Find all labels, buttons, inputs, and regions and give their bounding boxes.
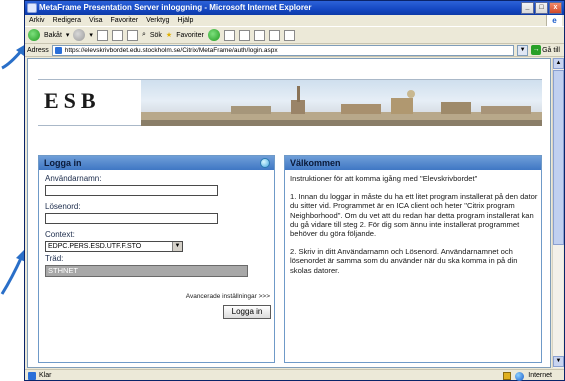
status-text: Klar bbox=[39, 372, 52, 379]
esb-logo: ESB bbox=[44, 88, 101, 113]
username-input[interactable] bbox=[45, 185, 218, 196]
context-label: Context: bbox=[45, 230, 75, 239]
password-input[interactable] bbox=[45, 213, 218, 224]
print-icon[interactable] bbox=[238, 29, 250, 41]
internet-zone-icon bbox=[515, 371, 525, 381]
menu-bar: Arkiv Redigera Visa Favoriter Verktyg Hj… bbox=[25, 15, 564, 26]
discuss-icon[interactable] bbox=[268, 29, 280, 41]
menu-verktyg[interactable]: Verktyg bbox=[146, 15, 169, 26]
welcome-text: Instruktioner för att komma igång med "E… bbox=[290, 174, 538, 284]
welcome-panel: Välkommen Instruktioner för att komma ig… bbox=[284, 155, 542, 363]
esb-header: ESB bbox=[38, 79, 542, 126]
zone-label: Internet bbox=[528, 372, 552, 379]
menu-arkiv[interactable]: Arkiv bbox=[29, 15, 45, 26]
tree-value: STHNET bbox=[48, 266, 78, 275]
minimize-button[interactable]: _ bbox=[521, 2, 534, 14]
title-bar[interactable]: MetaFrame Presentation Server inloggning… bbox=[25, 1, 564, 15]
ie-app-icon bbox=[27, 3, 37, 13]
welcome-paragraph-step1: 1. Innan du loggar in måste du ha ett li… bbox=[290, 192, 538, 239]
history-icon[interactable] bbox=[207, 29, 220, 41]
maximize-button[interactable]: □ bbox=[535, 2, 548, 14]
menu-hjalp[interactable]: Hjälp bbox=[177, 15, 193, 26]
window-title: MetaFrame Presentation Server inloggning… bbox=[39, 3, 312, 12]
go-label: Gå till bbox=[542, 46, 560, 54]
menu-redigera[interactable]: Redigera bbox=[53, 15, 81, 26]
login-heading: Logga in bbox=[44, 158, 82, 168]
lock-icon bbox=[503, 372, 512, 380]
tree-field: STHNET bbox=[45, 265, 248, 277]
favorites-button[interactable]: Favoriter bbox=[176, 32, 204, 39]
back-arrow-icon[interactable] bbox=[28, 29, 40, 41]
edit-icon[interactable] bbox=[253, 29, 265, 41]
home-icon[interactable] bbox=[126, 29, 138, 41]
login-button[interactable]: Logga in bbox=[223, 305, 271, 319]
page-icon bbox=[54, 46, 62, 54]
favorites-star-icon[interactable]: ★ bbox=[166, 31, 172, 39]
welcome-panel-header: Välkommen bbox=[285, 156, 541, 170]
password-label: Lösenord: bbox=[45, 202, 81, 211]
back-dropdown-icon[interactable]: ▾ bbox=[66, 31, 70, 39]
vertical-scrollbar[interactable]: ▲ ▼ bbox=[552, 58, 564, 368]
context-select[interactable]: EDPC.PERS.ESD.UTF.F.STO ▼ bbox=[45, 241, 183, 252]
status-bar: Klar Internet bbox=[25, 369, 564, 381]
address-dropdown-icon[interactable]: ▼ bbox=[517, 44, 529, 56]
scroll-thumb[interactable] bbox=[553, 70, 564, 245]
welcome-paragraph-step2: 2. Skriv in ditt Användarnamn och Löseno… bbox=[290, 247, 518, 275]
menu-favoriter[interactable]: Favoriter bbox=[110, 15, 138, 26]
refresh-icon[interactable] bbox=[111, 29, 123, 41]
forward-dropdown-icon[interactable]: ▾ bbox=[89, 31, 93, 39]
chevron-down-icon[interactable]: ▼ bbox=[172, 242, 182, 251]
go-button[interactable]: → Gå till bbox=[531, 45, 564, 55]
messenger-icon[interactable] bbox=[283, 29, 295, 41]
advanced-settings-link[interactable]: Avancerade inställningar >>> bbox=[186, 293, 270, 300]
go-arrow-icon: → bbox=[531, 45, 542, 55]
page-status-icon bbox=[28, 372, 36, 380]
back-button[interactable]: Bakåt bbox=[44, 32, 62, 39]
address-bar: Adress https://elevskrivbordet.edu.stock… bbox=[25, 44, 564, 57]
menu-visa[interactable]: Visa bbox=[89, 15, 103, 26]
login-panel: Logga in Användarnamn: Lösenord: Context… bbox=[38, 155, 275, 363]
close-button[interactable]: x bbox=[549, 2, 562, 14]
mail-icon[interactable] bbox=[223, 29, 235, 41]
screenshot-stage: MetaFrame Presentation Server inloggning… bbox=[0, 0, 565, 381]
forward-arrow-icon[interactable] bbox=[73, 29, 86, 41]
windows-flag-icon: e bbox=[546, 15, 562, 26]
search-icon[interactable]: ⌕ bbox=[142, 31, 146, 39]
address-input[interactable]: https://elevskrivbordet.edu.stockholm.se… bbox=[51, 44, 515, 56]
stop-icon[interactable] bbox=[96, 29, 108, 41]
browser-window: MetaFrame Presentation Server inloggning… bbox=[24, 0, 565, 381]
welcome-paragraph-intro: Instruktioner för att komma igång med "E… bbox=[290, 174, 478, 183]
login-panel-header: Logga in bbox=[39, 156, 274, 170]
tree-label: Träd: bbox=[45, 254, 64, 263]
address-label: Adress bbox=[27, 46, 49, 54]
stockholm-city-photo bbox=[141, 80, 542, 126]
username-label: Användarnamn: bbox=[45, 174, 102, 183]
address-url: https://elevskrivbordet.edu.stockholm.se… bbox=[64, 46, 278, 54]
page-viewport: ESB Logga in Användarnamn: Lösenord: Con… bbox=[27, 58, 551, 368]
toolbar: Bakåt ▾ ▾ ⌕ Sök ★ Favoriter bbox=[25, 26, 564, 44]
search-button[interactable]: Sök bbox=[150, 32, 162, 39]
welcome-heading: Välkommen bbox=[290, 158, 341, 168]
scroll-down-icon[interactable]: ▼ bbox=[553, 356, 564, 367]
scroll-up-icon[interactable]: ▲ bbox=[553, 58, 564, 69]
help-icon[interactable] bbox=[260, 158, 270, 168]
context-value: EDPC.PERS.ESD.UTF.F.STO bbox=[48, 243, 142, 250]
